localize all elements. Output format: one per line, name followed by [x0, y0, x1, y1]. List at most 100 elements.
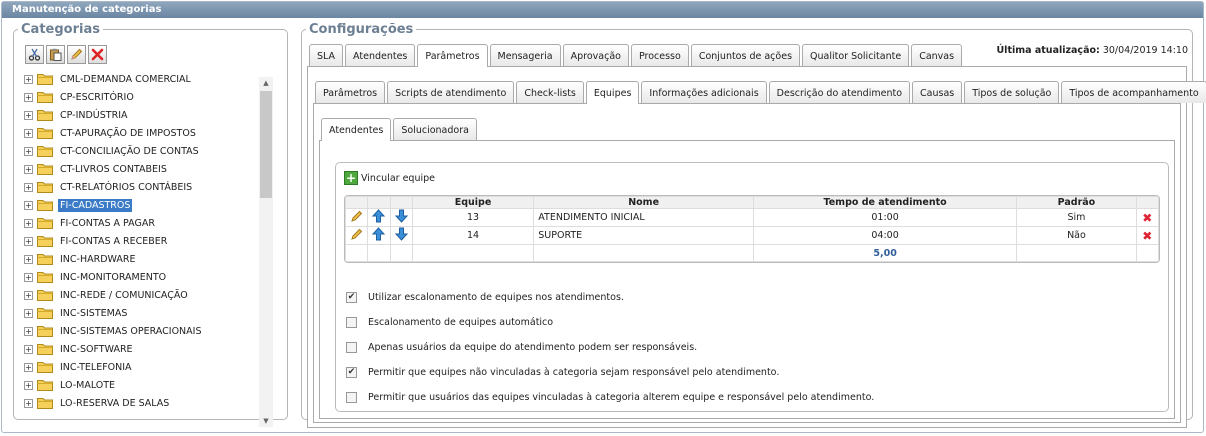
empty-cell	[367, 244, 391, 262]
option-row[interactable]: Apenas usuários da equipe do atendimento…	[346, 335, 874, 360]
option-checkbox[interactable]: ✔	[346, 292, 357, 303]
expand-icon[interactable]: +	[24, 236, 33, 246]
params-tab[interactable]: Check-lists	[516, 81, 584, 103]
tree-item[interactable]: + CT-LIVROS CONTABEIS	[22, 160, 258, 178]
main-tab[interactable]: SLA	[309, 44, 344, 66]
edit-row-icon[interactable]	[345, 226, 369, 245]
main-tab[interactable]: Canvas	[911, 44, 963, 66]
option-checkbox[interactable]	[346, 342, 357, 353]
expand-icon[interactable]: +	[24, 308, 33, 318]
expand-icon[interactable]: +	[24, 128, 33, 138]
delete-row-icon[interactable]: ✖	[1135, 226, 1159, 245]
params-tab[interactable]: Tipos de acompanhamento	[1061, 81, 1206, 103]
expand-icon[interactable]: +	[24, 182, 33, 192]
main-tab[interactable]: Processo	[630, 44, 689, 66]
expand-icon[interactable]: +	[24, 344, 33, 354]
move-up-icon[interactable]	[367, 226, 391, 245]
paste-button[interactable]	[46, 45, 65, 64]
expand-icon[interactable]: +	[24, 92, 33, 102]
expand-icon[interactable]: +	[24, 254, 33, 264]
scrollbar-thumb[interactable]	[260, 91, 272, 198]
expand-icon[interactable]: +	[24, 362, 33, 372]
tree-item[interactable]: + CT-RELATÓRIOS CONTÁBEIS	[22, 178, 258, 196]
tree-item[interactable]: + CT-CONCILIAÇÃO DE CONTAS	[22, 142, 258, 160]
main-tab[interactable]: Parâmetros	[417, 44, 488, 67]
params-tab[interactable]: Tipos de solução	[964, 81, 1060, 103]
expand-icon[interactable]: +	[24, 398, 33, 408]
tree-item[interactable]: + LO-MALOTE	[22, 376, 258, 394]
params-tab[interactable]: Equipes	[585, 81, 640, 104]
expand-icon[interactable]: +	[24, 290, 33, 300]
tree-item-label: CML-DEMANDA COMERCIAL	[60, 73, 191, 85]
tree-item[interactable]: + INC-HARDWARE	[22, 250, 258, 268]
expand-icon[interactable]: +	[24, 380, 33, 390]
tree-item[interactable]: + INC-MONITORAMENTO	[22, 268, 258, 286]
col-header-equipe: Equipe	[411, 196, 535, 209]
expand-icon[interactable]: +	[24, 326, 33, 336]
tree-item[interactable]: + FI-CONTAS A PAGAR	[22, 214, 258, 232]
cell-tempo: 04:00	[752, 226, 1018, 245]
empty-cell	[389, 244, 413, 262]
scroll-down-icon[interactable]: ▼	[259, 417, 273, 425]
teams-tab[interactable]: Solucionadora	[393, 118, 477, 140]
folder-icon	[37, 128, 53, 139]
link-team-button[interactable]: + Vincular equipe	[344, 171, 435, 185]
tree-item[interactable]: + INC-SOFTWARE	[22, 340, 258, 358]
tree-item[interactable]: + INC-SISTEMAS OPERACIONAIS	[22, 322, 258, 340]
params-tab[interactable]: Causas	[912, 81, 963, 103]
tree-item[interactable]: + CML-DEMANDA COMERCIAL	[22, 70, 258, 88]
category-maintenance-window: Manutenção de categorias Categorias + CML…	[1, 1, 1206, 433]
main-tab[interactable]: Aprovação	[562, 44, 629, 66]
expand-icon[interactable]: +	[24, 200, 33, 210]
delete-button[interactable]	[88, 45, 107, 64]
option-checkbox[interactable]: ✔	[346, 367, 357, 378]
main-tab[interactable]: Atendentes	[345, 44, 416, 66]
delete-row-icon[interactable]: ✖	[1135, 208, 1159, 227]
move-down-icon[interactable]	[389, 208, 413, 227]
scroll-up-icon[interactable]: ▲	[259, 79, 273, 87]
move-up-icon[interactable]	[367, 208, 391, 227]
expand-icon[interactable]: +	[24, 218, 33, 228]
option-row[interactable]: Permitir que usuários das equipes vincul…	[346, 385, 874, 410]
tree-item[interactable]: + INC-REDE / COMUNICAÇÃO	[22, 286, 258, 304]
expand-icon[interactable]: +	[24, 146, 33, 156]
edit-row-icon[interactable]	[345, 208, 369, 227]
params-tab[interactable]: Descrição do atendimento	[768, 81, 911, 103]
category-tree-scrollbar[interactable]: ▲ ▼	[259, 77, 273, 427]
params-tab[interactable]: Informações adicionais	[641, 81, 767, 103]
tree-item-label: INC-HARDWARE	[60, 253, 136, 265]
expand-icon[interactable]: +	[24, 110, 33, 120]
cut-button[interactable]	[25, 45, 44, 64]
tree-item[interactable]: + INC-SISTEMAS	[22, 304, 258, 322]
tree-item[interactable]: + CP-ESCRITÓRIO	[22, 88, 258, 106]
folder-icon	[37, 164, 53, 175]
tree-item-label: CT-APURAÇÃO DE IMPOSTOS	[60, 127, 196, 139]
cell-equipe: 14	[411, 226, 535, 245]
option-checkbox[interactable]	[346, 392, 357, 403]
main-tab[interactable]: Qualitor Solicitante	[802, 44, 910, 66]
last-update-value: 30/04/2019 14:10	[1102, 45, 1188, 56]
option-row[interactable]: Escalonamento de equipes automático	[346, 310, 874, 335]
tree-item[interactable]: + CT-APURAÇÃO DE IMPOSTOS	[22, 124, 258, 142]
main-tab[interactable]: Mensageria	[489, 44, 561, 66]
folder-icon	[37, 200, 53, 211]
expand-icon[interactable]: +	[24, 164, 33, 174]
add-icon: +	[344, 171, 358, 185]
tree-item[interactable]: + FI-CONTAS A RECEBER	[22, 232, 258, 250]
tree-item[interactable]: + CP-INDÚSTRIA	[22, 106, 258, 124]
tree-item[interactable]: + FI-CADASTROS	[22, 196, 258, 214]
option-row[interactable]: ✔ Permitir que equipes não vinculadas à c…	[346, 360, 874, 385]
expand-icon[interactable]: +	[24, 74, 33, 84]
expand-icon[interactable]: +	[24, 272, 33, 282]
teams-tab[interactable]: Atendentes	[321, 118, 392, 141]
tree-item[interactable]: + INC-TELEFONIA	[22, 358, 258, 376]
move-down-icon[interactable]	[389, 226, 413, 245]
option-row[interactable]: ✔ Utilizar escalonamento de equipes nos a…	[346, 285, 874, 310]
paste-icon	[50, 48, 62, 61]
params-tab[interactable]: Parâmetros	[315, 81, 386, 103]
option-checkbox[interactable]	[346, 317, 357, 328]
params-tab[interactable]: Scripts de atendimento	[387, 81, 515, 103]
edit-button[interactable]	[67, 45, 86, 64]
main-tab[interactable]: Conjuntos de ações	[690, 44, 801, 66]
tree-item[interactable]: + LO-RESERVA DE SALAS	[22, 394, 258, 412]
